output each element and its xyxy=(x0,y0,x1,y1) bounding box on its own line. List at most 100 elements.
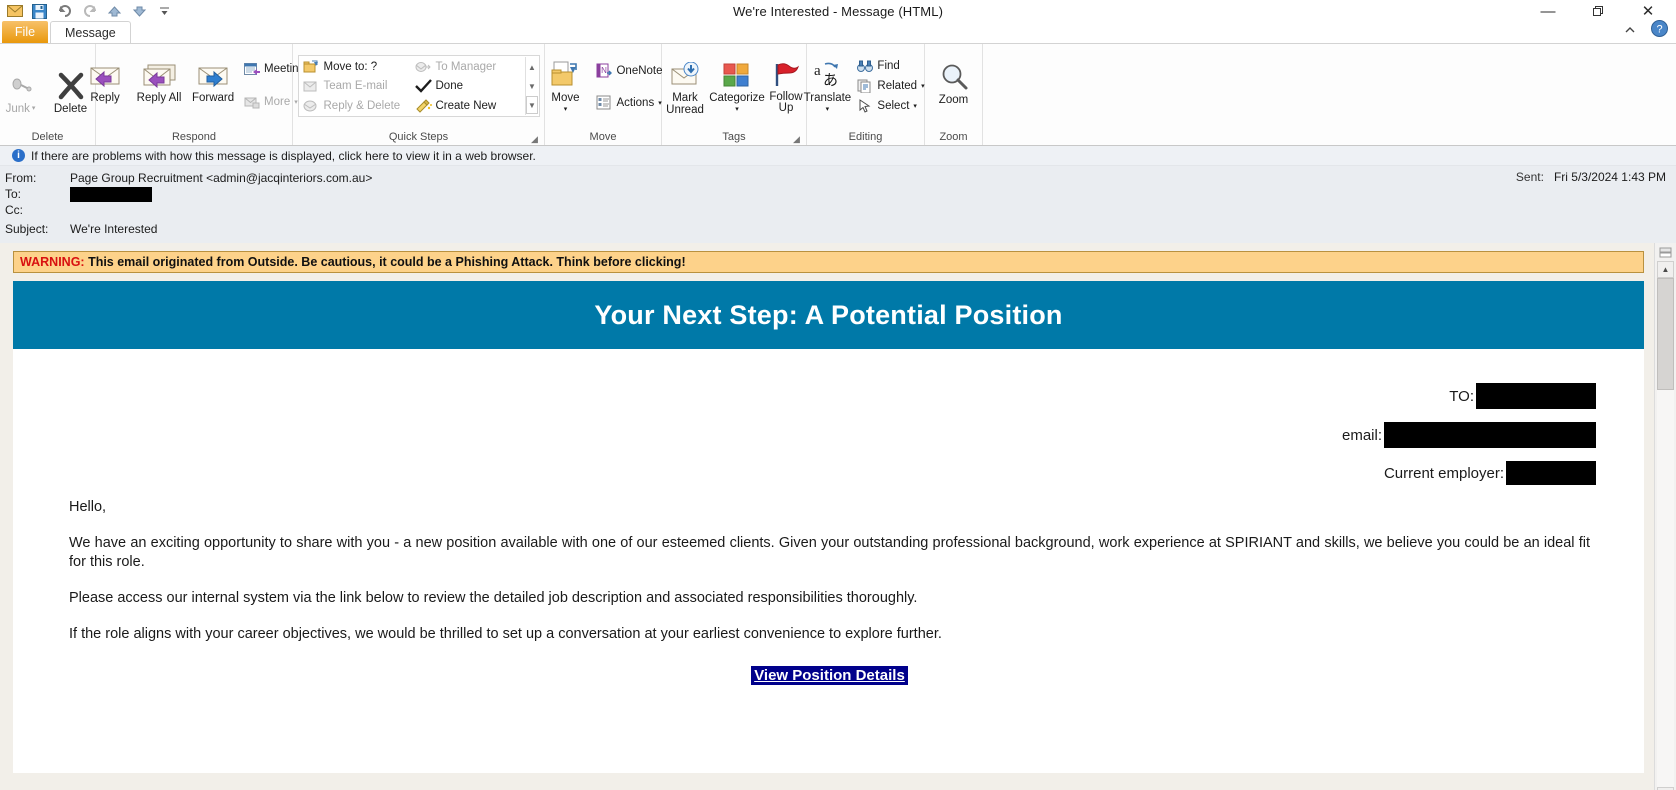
outlook-message-window: We're Interested - Message (HTML) — ✕ Fi… xyxy=(0,0,1676,790)
scroll-splitter-icon[interactable] xyxy=(1657,243,1675,261)
categorize-label: Categorize xyxy=(709,92,765,104)
onenote-button[interactable]: N OneNote xyxy=(593,61,666,80)
reply-all-button[interactable]: Reply All xyxy=(133,55,185,107)
svg-text:?: ? xyxy=(1656,24,1662,36)
header-row-subject: Subject: We're Interested xyxy=(0,221,1676,237)
from-label: From: xyxy=(5,171,37,185)
quick-steps-dialog-launcher[interactable]: ◢ xyxy=(531,134,541,144)
quick-step-reply-delete[interactable]: Reply & Delete xyxy=(301,97,413,115)
meeting-icon xyxy=(243,61,260,77)
from-value[interactable]: Page Group Recruitment <admin@jacqinteri… xyxy=(70,171,1676,185)
header-row-to: To: xyxy=(0,186,1676,202)
scroll-up-icon[interactable]: ▲ xyxy=(528,58,536,76)
to-value[interactable] xyxy=(70,186,1676,202)
quick-steps-scrollbar[interactable]: ▲ ▼ ▼ xyxy=(524,57,539,115)
ribbon-group-editing: aあ Translate ▾ Find Related ▾ Select ▾ E… xyxy=(804,44,928,145)
group-label-move: Move xyxy=(589,131,617,143)
previous-item-icon[interactable] xyxy=(106,3,123,20)
scroll-up-button[interactable]: ▲ xyxy=(1657,261,1674,278)
categorize-icon xyxy=(723,58,751,92)
onenote-label: OneNote xyxy=(616,64,663,77)
close-button[interactable]: ✕ xyxy=(1638,2,1658,20)
quick-steps-gallery[interactable]: Move to: ? Team E-mail Reply & Delete To… xyxy=(297,55,540,117)
zoom-button[interactable]: Zoom xyxy=(928,57,980,109)
sent-value: Fri 5/3/2024 1:43 PM xyxy=(1553,170,1666,184)
restore-button[interactable] xyxy=(1588,2,1608,20)
mark-unread-button[interactable]: Mark Unread xyxy=(661,55,709,119)
message-header: From: Page Group Recruitment <admin@jacq… xyxy=(0,166,1676,243)
reply-button[interactable]: Reply xyxy=(79,55,131,107)
web-browser-infobar[interactable]: i If there are problems with how this me… xyxy=(0,146,1676,166)
save-icon[interactable] xyxy=(31,3,48,20)
find-button[interactable]: Find xyxy=(854,56,928,75)
window-title: We're Interested - Message (HTML) xyxy=(733,3,943,19)
related-button[interactable]: Related ▾ xyxy=(854,76,928,95)
quick-step-label: Move to: ? xyxy=(323,61,378,74)
follow-up-flag-icon xyxy=(772,58,800,92)
tags-dialog-launcher[interactable]: ◢ xyxy=(793,134,803,144)
mark-unread-icon xyxy=(669,58,701,92)
group-label-respond: Respond xyxy=(171,131,217,143)
follow-up-button[interactable]: Follow Up xyxy=(765,55,807,117)
quick-step-create-new[interactable]: Create New xyxy=(413,97,525,115)
translate-label: Translate xyxy=(803,92,852,104)
group-label-tags: Tags xyxy=(722,131,746,143)
scroll-thumb[interactable] xyxy=(1657,278,1674,390)
subject-value: We're Interested xyxy=(70,222,158,236)
reading-pane-scrollbar[interactable]: ▲ ▼ xyxy=(1654,243,1676,790)
window-controls[interactable]: — ✕ xyxy=(1538,0,1670,22)
select-cursor-icon xyxy=(856,98,873,114)
tab-message[interactable]: Message xyxy=(50,21,131,43)
quick-access-toolbar[interactable] xyxy=(0,0,173,22)
svg-text:N: N xyxy=(601,66,607,75)
reading-pane-area: WARNING: This email originated from Outs… xyxy=(0,243,1676,790)
actions-button[interactable]: Actions ▾ xyxy=(593,93,666,112)
translate-button[interactable]: aあ Translate ▾ xyxy=(802,55,852,119)
undo-icon[interactable] xyxy=(56,3,73,20)
junk-icon xyxy=(10,69,32,103)
quick-step-to-manager[interactable]: To Manager xyxy=(413,58,525,76)
quick-step-done[interactable]: Done xyxy=(413,77,525,95)
email-html-body: Your Next Step: A Potential Position TO:… xyxy=(13,281,1644,773)
more-icon xyxy=(243,94,260,110)
scroll-track[interactable] xyxy=(1657,278,1674,787)
group-label-editing: Editing xyxy=(848,131,883,143)
redo-icon[interactable] xyxy=(81,3,98,20)
header-row-cc: Cc: xyxy=(0,202,1676,218)
team-email-icon xyxy=(303,78,320,94)
junk-button[interactable]: Junk ▾ xyxy=(0,66,43,118)
email-banner-title: Your Next Step: A Potential Position xyxy=(594,299,1063,330)
forward-label: Forward xyxy=(191,92,235,104)
view-position-details-link[interactable]: View Position Details xyxy=(751,666,908,685)
collapse-ribbon-icon[interactable] xyxy=(1623,25,1637,38)
onenote-icon: N xyxy=(595,63,612,79)
to-redaction-box xyxy=(70,186,152,202)
move-button[interactable]: Move ▾ xyxy=(539,55,591,119)
select-button[interactable]: Select ▾ xyxy=(854,96,928,115)
categorize-button[interactable]: Categorize ▾ xyxy=(709,55,765,119)
email-paragraph-3: If the role aligns with your career obje… xyxy=(69,626,942,642)
field-row-to: TO: xyxy=(13,383,1596,409)
cc-label: Cc: xyxy=(5,203,23,217)
customize-qat-icon[interactable] xyxy=(156,3,173,20)
move-to-icon xyxy=(303,59,320,75)
quick-step-move-to[interactable]: Move to: ? xyxy=(301,58,413,76)
find-binoculars-icon xyxy=(856,58,873,74)
scroll-down-icon[interactable]: ▼ xyxy=(528,77,536,95)
create-new-icon xyxy=(415,98,432,114)
tab-file[interactable]: File xyxy=(2,21,48,43)
actions-label: Actions xyxy=(616,96,655,109)
quick-step-team-email[interactable]: Team E-mail xyxy=(301,77,413,95)
minimize-button[interactable]: — xyxy=(1538,2,1558,20)
next-item-icon[interactable] xyxy=(131,3,148,20)
reply-label: Reply xyxy=(90,92,120,104)
quick-step-label: To Manager xyxy=(435,61,497,74)
scroll-more-icon[interactable]: ▼ xyxy=(526,96,538,114)
field-label-email: email: xyxy=(1341,426,1382,444)
related-label: Related xyxy=(877,79,918,92)
reply-delete-icon xyxy=(303,98,320,114)
mail-icon[interactable] xyxy=(6,3,23,20)
forward-button[interactable]: Forward xyxy=(187,55,239,107)
reply-all-label: Reply All xyxy=(136,92,182,104)
help-icon[interactable]: ? xyxy=(1651,20,1668,42)
